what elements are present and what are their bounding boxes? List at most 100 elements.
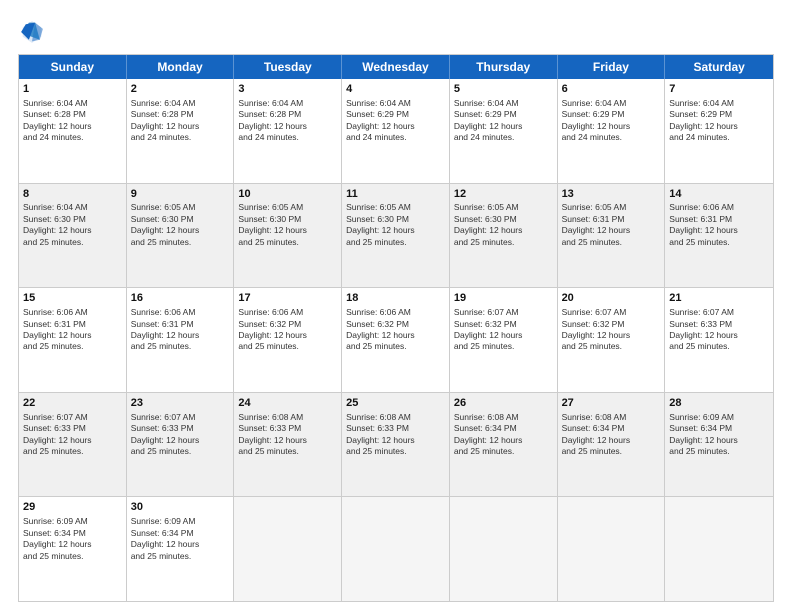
- cell-info: Sunrise: 6:06 AMSunset: 6:32 PMDaylight:…: [238, 307, 337, 353]
- cell-info: Sunrise: 6:05 AMSunset: 6:30 PMDaylight:…: [238, 202, 337, 248]
- header-day-wednesday: Wednesday: [342, 55, 450, 79]
- cell-info: Sunrise: 6:07 AMSunset: 6:33 PMDaylight:…: [669, 307, 769, 353]
- day-number: 25: [346, 396, 445, 411]
- cell-info: Sunrise: 6:05 AMSunset: 6:31 PMDaylight:…: [562, 202, 661, 248]
- day-number: 28: [669, 396, 769, 411]
- day-number: 11: [346, 187, 445, 202]
- header-day-sunday: Sunday: [19, 55, 127, 79]
- calendar-cell: 19Sunrise: 6:07 AMSunset: 6:32 PMDayligh…: [450, 288, 558, 392]
- page: SundayMondayTuesdayWednesdayThursdayFrid…: [0, 0, 792, 612]
- day-number: 20: [562, 291, 661, 306]
- cell-info: Sunrise: 6:08 AMSunset: 6:34 PMDaylight:…: [562, 412, 661, 458]
- cell-info: Sunrise: 6:05 AMSunset: 6:30 PMDaylight:…: [346, 202, 445, 248]
- calendar-cell: 26Sunrise: 6:08 AMSunset: 6:34 PMDayligh…: [450, 393, 558, 497]
- day-number: 10: [238, 187, 337, 202]
- calendar-cell: 16Sunrise: 6:06 AMSunset: 6:31 PMDayligh…: [127, 288, 235, 392]
- calendar-cell: 20Sunrise: 6:07 AMSunset: 6:32 PMDayligh…: [558, 288, 666, 392]
- calendar-cell: 23Sunrise: 6:07 AMSunset: 6:33 PMDayligh…: [127, 393, 235, 497]
- calendar-cell: 24Sunrise: 6:08 AMSunset: 6:33 PMDayligh…: [234, 393, 342, 497]
- header-day-tuesday: Tuesday: [234, 55, 342, 79]
- calendar-week-5: 29Sunrise: 6:09 AMSunset: 6:34 PMDayligh…: [19, 497, 773, 601]
- cell-info: Sunrise: 6:09 AMSunset: 6:34 PMDaylight:…: [23, 516, 122, 562]
- day-number: 18: [346, 291, 445, 306]
- day-number: 13: [562, 187, 661, 202]
- day-number: 6: [562, 82, 661, 97]
- day-number: 16: [131, 291, 230, 306]
- cell-info: Sunrise: 6:04 AMSunset: 6:28 PMDaylight:…: [23, 98, 122, 144]
- calendar-cell: 25Sunrise: 6:08 AMSunset: 6:33 PMDayligh…: [342, 393, 450, 497]
- day-number: 22: [23, 396, 122, 411]
- calendar-cell: 13Sunrise: 6:05 AMSunset: 6:31 PMDayligh…: [558, 184, 666, 288]
- calendar-cell: 18Sunrise: 6:06 AMSunset: 6:32 PMDayligh…: [342, 288, 450, 392]
- day-number: 26: [454, 396, 553, 411]
- calendar-cell: [450, 497, 558, 601]
- cell-info: Sunrise: 6:07 AMSunset: 6:33 PMDaylight:…: [131, 412, 230, 458]
- calendar-cell: 4Sunrise: 6:04 AMSunset: 6:29 PMDaylight…: [342, 79, 450, 183]
- cell-info: Sunrise: 6:05 AMSunset: 6:30 PMDaylight:…: [131, 202, 230, 248]
- day-number: 21: [669, 291, 769, 306]
- day-number: 1: [23, 82, 122, 97]
- calendar-cell: 2Sunrise: 6:04 AMSunset: 6:28 PMDaylight…: [127, 79, 235, 183]
- calendar-cell: 28Sunrise: 6:09 AMSunset: 6:34 PMDayligh…: [665, 393, 773, 497]
- day-number: 17: [238, 291, 337, 306]
- calendar-cell: 22Sunrise: 6:07 AMSunset: 6:33 PMDayligh…: [19, 393, 127, 497]
- calendar-cell: 14Sunrise: 6:06 AMSunset: 6:31 PMDayligh…: [665, 184, 773, 288]
- cell-info: Sunrise: 6:08 AMSunset: 6:33 PMDaylight:…: [238, 412, 337, 458]
- cell-info: Sunrise: 6:08 AMSunset: 6:33 PMDaylight:…: [346, 412, 445, 458]
- cell-info: Sunrise: 6:06 AMSunset: 6:32 PMDaylight:…: [346, 307, 445, 353]
- calendar: SundayMondayTuesdayWednesdayThursdayFrid…: [18, 54, 774, 602]
- calendar-cell: [234, 497, 342, 601]
- cell-info: Sunrise: 6:07 AMSunset: 6:32 PMDaylight:…: [562, 307, 661, 353]
- calendar-week-1: 1Sunrise: 6:04 AMSunset: 6:28 PMDaylight…: [19, 79, 773, 184]
- calendar-cell: 12Sunrise: 6:05 AMSunset: 6:30 PMDayligh…: [450, 184, 558, 288]
- calendar-body: 1Sunrise: 6:04 AMSunset: 6:28 PMDaylight…: [19, 79, 773, 601]
- cell-info: Sunrise: 6:09 AMSunset: 6:34 PMDaylight:…: [131, 516, 230, 562]
- calendar-cell: 11Sunrise: 6:05 AMSunset: 6:30 PMDayligh…: [342, 184, 450, 288]
- day-number: 4: [346, 82, 445, 97]
- header-day-friday: Friday: [558, 55, 666, 79]
- header-day-monday: Monday: [127, 55, 235, 79]
- day-number: 14: [669, 187, 769, 202]
- calendar-cell: 5Sunrise: 6:04 AMSunset: 6:29 PMDaylight…: [450, 79, 558, 183]
- calendar-cell: 6Sunrise: 6:04 AMSunset: 6:29 PMDaylight…: [558, 79, 666, 183]
- logo-icon: [18, 18, 46, 46]
- calendar-week-4: 22 Sunrise: 6:07 AMSunset: 6:33 PMDayligh…: [19, 393, 773, 498]
- day-number: 30: [131, 500, 230, 515]
- day-number: 24: [238, 396, 337, 411]
- cell-info: Sunrise: 6:07 AMSunset: 6:32 PMDaylight:…: [454, 307, 553, 353]
- calendar-week-3: 15Sunrise: 6:06 AMSunset: 6:31 PMDayligh…: [19, 288, 773, 393]
- calendar-cell: [558, 497, 666, 601]
- calendar-cell: [665, 497, 773, 601]
- calendar-header: SundayMondayTuesdayWednesdayThursdayFrid…: [19, 55, 773, 79]
- calendar-cell: 1Sunrise: 6:04 AMSunset: 6:28 PMDaylight…: [19, 79, 127, 183]
- calendar-cell: 17Sunrise: 6:06 AMSunset: 6:32 PMDayligh…: [234, 288, 342, 392]
- cell-info: Sunrise: 6:04 AMSunset: 6:28 PMDaylight:…: [131, 98, 230, 144]
- cell-info: Sunrise: 6:04 AMSunset: 6:29 PMDaylight:…: [562, 98, 661, 144]
- cell-info: Sunrise: 6:09 AMSunset: 6:34 PMDaylight:…: [669, 412, 769, 458]
- day-number: 12: [454, 187, 553, 202]
- calendar-cell: 30Sunrise: 6:09 AMSunset: 6:34 PMDayligh…: [127, 497, 235, 601]
- cell-info: Sunrise: 6:04 AMSunset: 6:29 PMDaylight:…: [454, 98, 553, 144]
- calendar-cell: [342, 497, 450, 601]
- calendar-cell: 9Sunrise: 6:05 AMSunset: 6:30 PMDaylight…: [127, 184, 235, 288]
- cell-info: Sunrise: 6:06 AMSunset: 6:31 PMDaylight:…: [131, 307, 230, 353]
- day-number: 7: [669, 82, 769, 97]
- day-number: 23: [131, 396, 230, 411]
- day-number: 8: [23, 187, 122, 202]
- calendar-cell: 10Sunrise: 6:05 AMSunset: 6:30 PMDayligh…: [234, 184, 342, 288]
- day-number: 2: [131, 82, 230, 97]
- header-day-thursday: Thursday: [450, 55, 558, 79]
- calendar-cell: 15Sunrise: 6:06 AMSunset: 6:31 PMDayligh…: [19, 288, 127, 392]
- logo: [18, 18, 50, 46]
- cell-info: Sunrise: 6:04 AMSunset: 6:29 PMDaylight:…: [669, 98, 769, 144]
- header: [18, 18, 774, 46]
- calendar-cell: 7Sunrise: 6:04 AMSunset: 6:29 PMDaylight…: [665, 79, 773, 183]
- calendar-cell: 21Sunrise: 6:07 AMSunset: 6:33 PMDayligh…: [665, 288, 773, 392]
- calendar-cell: 8Sunrise: 6:04 AMSunset: 6:30 PMDaylight…: [19, 184, 127, 288]
- cell-info: Sunrise: 6:04 AMSunset: 6:29 PMDaylight:…: [346, 98, 445, 144]
- calendar-cell: 29Sunrise: 6:09 AMSunset: 6:34 PMDayligh…: [19, 497, 127, 601]
- cell-info: Sunrise: 6:06 AMSunset: 6:31 PMDaylight:…: [669, 202, 769, 248]
- header-day-saturday: Saturday: [665, 55, 773, 79]
- calendar-cell: 27Sunrise: 6:08 AMSunset: 6:34 PMDayligh…: [558, 393, 666, 497]
- cell-info: Sunrise: 6:05 AMSunset: 6:30 PMDaylight:…: [454, 202, 553, 248]
